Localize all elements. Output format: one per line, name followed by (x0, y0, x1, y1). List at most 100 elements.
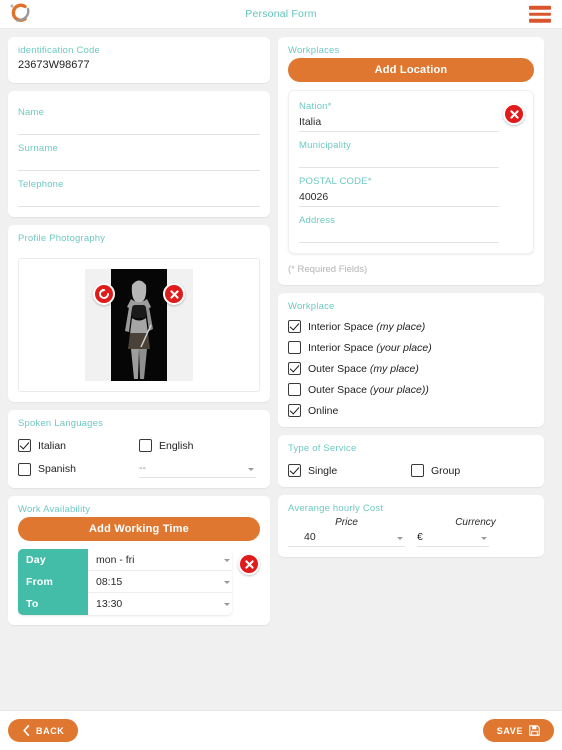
surname-input[interactable] (18, 157, 260, 171)
municipality-field[interactable]: Municipality (299, 132, 523, 168)
service-option-single[interactable]: Single (288, 464, 411, 477)
language-label-english: English (159, 439, 194, 452)
rotate-photo-button[interactable] (93, 283, 115, 305)
back-button[interactable]: BACK (8, 719, 79, 742)
working-time-day-select[interactable]: mon - fri (88, 549, 232, 571)
surname-label: Surname (18, 143, 58, 154)
profile-photography-label: Profile Photography (18, 233, 106, 244)
working-time-labels: Day From To (18, 549, 88, 615)
checkbox-icon[interactable] (18, 462, 31, 476)
add-location-button[interactable]: Add Location (288, 58, 534, 82)
postal-code-field[interactable]: POSTAL CODE* 40026 (299, 168, 523, 207)
save-button-label: SAVE (496, 725, 523, 736)
workplace-option-online[interactable]: Online (288, 404, 534, 417)
nation-label: Nation* (299, 101, 523, 112)
checkbox-icon[interactable] (139, 439, 152, 452)
service-option-group[interactable]: Group (411, 464, 534, 477)
spoken-languages-label: Spoken Languages (18, 418, 104, 429)
address-label: Address (299, 215, 336, 226)
price-value: 40 (304, 531, 316, 543)
chevron-down-icon (224, 580, 230, 584)
workplace-option-label: Online (308, 405, 338, 417)
name-input[interactable] (18, 121, 260, 135)
address-field[interactable]: Address (299, 207, 523, 243)
checkbox-icon[interactable] (288, 341, 301, 354)
checkbox-icon[interactable] (288, 383, 301, 396)
working-time-from-select[interactable]: 08:15 (88, 571, 232, 593)
currency-select[interactable]: € (417, 529, 489, 547)
price-currency-row: Price 40 Currency € (288, 517, 534, 547)
nation-input[interactable]: Italia (299, 115, 499, 132)
workplace-option-interior-my-place[interactable]: Interior Space (my place) (288, 320, 534, 333)
personal-details-card: Name Surname Telephone (8, 91, 270, 217)
checkbox-icon[interactable] (288, 320, 301, 333)
work-availability-card: Work Availability Add Working Time Day F… (8, 496, 270, 625)
language-checkbox-english[interactable]: English (139, 439, 260, 452)
close-icon[interactable] (503, 103, 525, 125)
checkbox-icon[interactable] (411, 464, 424, 477)
surname-field[interactable]: Surname (18, 135, 260, 171)
save-button[interactable]: SAVE (482, 719, 554, 742)
workplace-option-label: Outer Space (my place) (308, 363, 419, 375)
workplace-option-emphasis: (my place) (376, 320, 426, 333)
footer-bar: BACK SAVE (0, 710, 562, 750)
required-asterisk: * (367, 176, 372, 187)
telephone-input[interactable] (18, 193, 260, 207)
delete-location-button[interactable] (503, 103, 525, 125)
type-of-service-label: Type of Service (288, 443, 357, 454)
add-working-time-button[interactable]: Add Working Time (18, 517, 260, 541)
municipality-label: Municipality (299, 140, 352, 151)
postal-code-input[interactable]: 40026 (299, 190, 499, 207)
price-column: Price 40 (288, 517, 405, 547)
workplace-option-text: Outer Space (308, 362, 370, 375)
working-time-label-from: From (26, 576, 54, 588)
language-extra-select[interactable]: -- (139, 460, 256, 478)
chevron-down-icon (397, 536, 403, 540)
checkbox-icon[interactable] (288, 464, 301, 477)
address-input[interactable] (299, 229, 499, 243)
delete-photo-button[interactable] (163, 283, 185, 305)
workplace-option-text: Online (308, 404, 339, 417)
workplace-option-emphasis: (your place)) (369, 383, 429, 396)
close-icon[interactable] (163, 283, 185, 305)
working-time-label-to: To (26, 598, 39, 610)
language-checkbox-spanish[interactable]: Spanish (18, 460, 139, 478)
identification-code-label: identification Code (18, 45, 100, 56)
workplace-option-emphasis: (your place) (376, 341, 432, 354)
workplace-option-emphasis: (my place) (369, 362, 419, 375)
hamburger-menu-icon[interactable] (529, 5, 551, 23)
photo-thumbnail[interactable] (85, 269, 193, 381)
language-label-spanish: Spanish (38, 463, 76, 475)
name-label: Name (18, 107, 45, 118)
hourly-cost-card: Averange hourly Cost Price 40 Currency € (278, 495, 544, 557)
profile-photography-card: Profile Photography (8, 225, 270, 402)
app-header: Personal Form (0, 0, 562, 29)
workplaces-card: Workplaces Add Location Nation* Italia M… (278, 37, 544, 285)
working-time-entry: Day From To mon - fri 08:15 13:30 (18, 549, 260, 615)
language-extra-select-value: -- (139, 462, 146, 474)
workplace-option-label: Outer Space (your place)) (308, 384, 429, 396)
working-time-to-select[interactable]: 13:30 (88, 593, 232, 615)
price-select[interactable]: 40 (288, 529, 405, 547)
delete-working-time-button[interactable] (238, 553, 260, 575)
postal-code-label-text: POSTAL CODE (299, 176, 368, 187)
telephone-field[interactable]: Telephone (18, 171, 260, 207)
required-fields-note: (* Required Fields) (288, 264, 368, 275)
workplace-option-interior-your-place[interactable]: Interior Space (your place) (288, 341, 534, 354)
workplace-option-text: Interior Space (308, 320, 377, 333)
checkbox-icon[interactable] (18, 439, 31, 452)
municipality-input[interactable] (299, 154, 499, 168)
workplace-option-outer-my-place[interactable]: Outer Space (my place) (288, 362, 534, 375)
chevron-down-icon (224, 603, 230, 606)
name-field[interactable]: Name (18, 99, 260, 135)
location-entry-card: Nation* Italia Municipality POSTAL CODE*… (288, 90, 534, 254)
floppy-disk-icon (529, 725, 540, 736)
language-checkbox-italian[interactable]: Italian (18, 439, 139, 452)
rotate-icon[interactable] (93, 283, 115, 305)
checkbox-icon[interactable] (288, 404, 301, 417)
profile-photo-image (111, 269, 167, 381)
nation-field[interactable]: Nation* Italia (299, 97, 523, 132)
workplace-option-outer-your-place[interactable]: Outer Space (your place)) (288, 383, 534, 396)
checkbox-icon[interactable] (288, 362, 301, 375)
working-time-from-value: 08:15 (96, 576, 123, 588)
